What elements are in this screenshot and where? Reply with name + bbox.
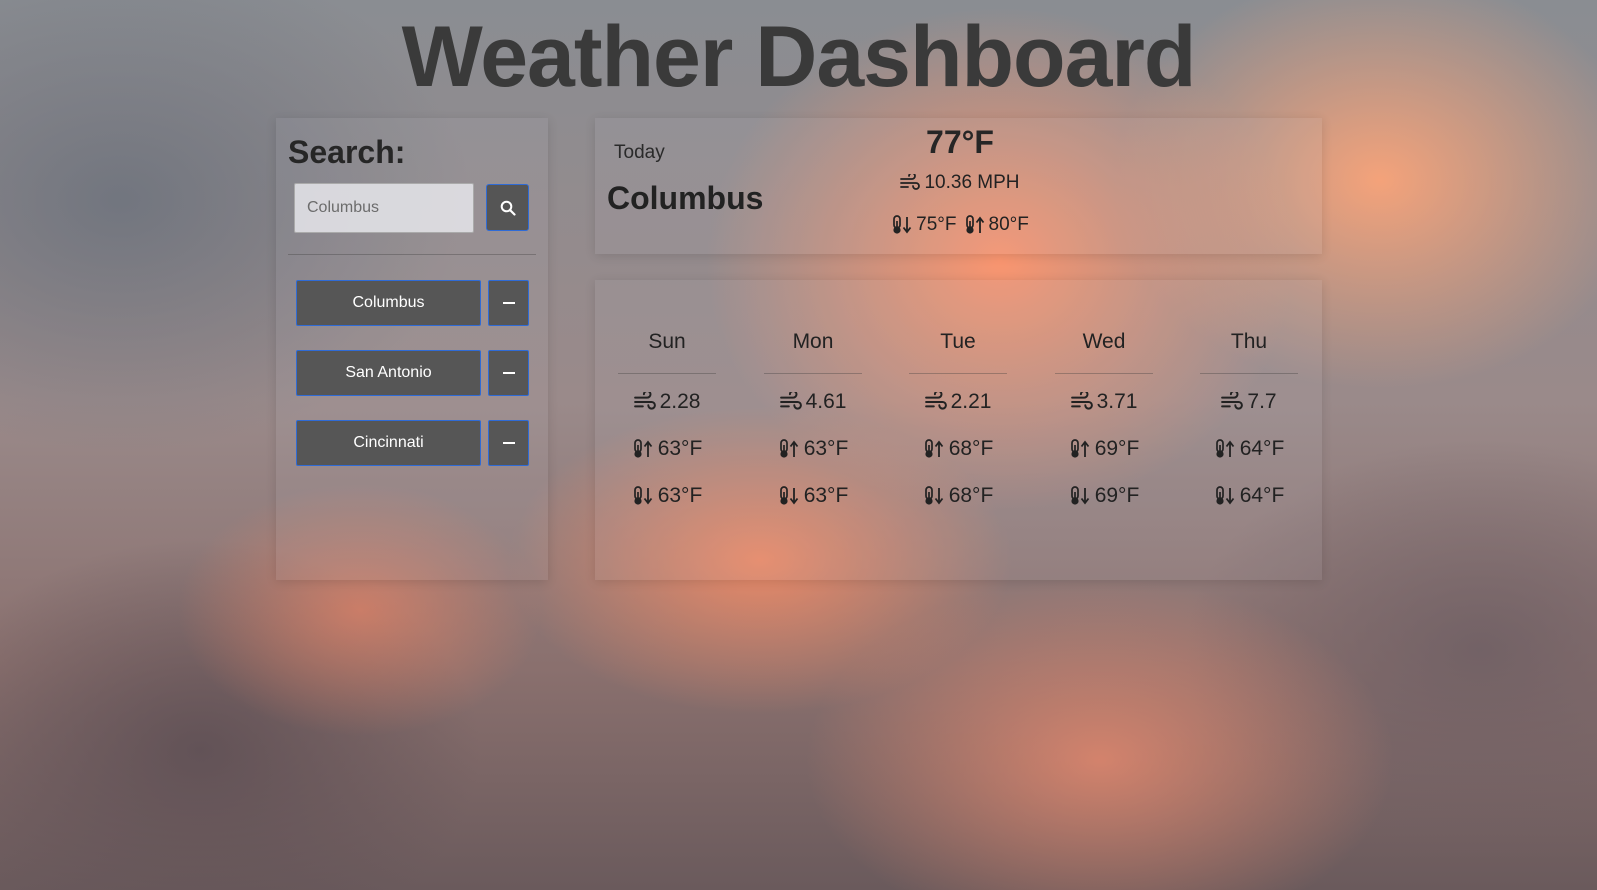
forecast-low: 64°F bbox=[1190, 484, 1308, 508]
thermometer-down-icon bbox=[1069, 485, 1091, 507]
forecast-wind-value: 3.71 bbox=[1096, 390, 1138, 413]
today-low-value: 75°F bbox=[916, 214, 957, 235]
saved-city-button[interactable]: San Antonio bbox=[296, 350, 481, 396]
search-heading: Search: bbox=[288, 134, 406, 170]
forecast-low: 63°F bbox=[608, 484, 726, 508]
minus-icon bbox=[502, 296, 516, 310]
search-input[interactable] bbox=[294, 183, 474, 233]
search-icon bbox=[500, 200, 516, 216]
saved-city-button[interactable]: Cincinnati bbox=[296, 420, 481, 466]
forecast-day-divider bbox=[1200, 373, 1298, 374]
forecast-high: 63°F bbox=[754, 437, 872, 461]
thermometer-up-icon bbox=[778, 438, 800, 460]
forecast-low-value: 63°F bbox=[803, 484, 849, 507]
remove-city-button[interactable] bbox=[488, 280, 529, 326]
forecast-wind: 7.7 bbox=[1190, 390, 1308, 414]
thermometer-down-icon bbox=[778, 485, 800, 507]
minus-icon bbox=[502, 436, 516, 450]
page-title: Weather Dashboard bbox=[401, 9, 1197, 105]
forecast-low-value: 69°F bbox=[1094, 484, 1140, 507]
today-wind: 10.36 MPH bbox=[860, 172, 1060, 194]
thermometer-up-icon bbox=[923, 438, 945, 460]
today-high-value: 80°F bbox=[988, 214, 1029, 235]
today-panel: Today Columbus 77°F 10.36 MPH 75°F 80°F bbox=[595, 118, 1322, 254]
forecast-wind: 3.71 bbox=[1045, 390, 1163, 414]
forecast-low: 69°F bbox=[1045, 484, 1163, 508]
forecast-day-divider bbox=[764, 373, 862, 374]
forecast-wind-value: 4.61 bbox=[805, 390, 847, 413]
forecast-high-value: 68°F bbox=[948, 437, 994, 460]
today-temp-range: 75°F 80°F bbox=[845, 214, 1075, 236]
thermometer-up-icon bbox=[1214, 438, 1236, 460]
remove-city-button[interactable] bbox=[488, 350, 529, 396]
forecast-low-value: 68°F bbox=[948, 484, 994, 507]
thermometer-down-icon bbox=[1214, 485, 1236, 507]
forecast-wind-value: 2.28 bbox=[659, 390, 701, 413]
today-label: Today bbox=[614, 142, 665, 163]
thermometer-up-icon bbox=[964, 215, 986, 235]
search-panel: Search: Columbus San Antonio Cincinnati bbox=[276, 118, 548, 580]
forecast-high: 68°F bbox=[899, 437, 1017, 461]
forecast-day-name: Mon bbox=[792, 330, 834, 353]
saved-city-button[interactable]: Columbus bbox=[296, 280, 481, 326]
forecast-day-divider bbox=[618, 373, 716, 374]
wind-icon bbox=[633, 392, 656, 412]
forecast-low: 63°F bbox=[754, 484, 872, 508]
forecast-low-value: 64°F bbox=[1239, 484, 1285, 507]
forecast-high-value: 63°F bbox=[657, 437, 703, 460]
forecast-high: 63°F bbox=[608, 437, 726, 461]
search-divider bbox=[288, 254, 536, 255]
forecast-low-value: 63°F bbox=[657, 484, 703, 507]
forecast-high: 64°F bbox=[1190, 437, 1308, 461]
saved-city-row: Cincinnati bbox=[296, 420, 536, 466]
wind-icon bbox=[900, 174, 921, 192]
saved-city-row: San Antonio bbox=[296, 350, 536, 396]
forecast-day-divider bbox=[1055, 373, 1153, 374]
thermometer-up-icon bbox=[1069, 438, 1091, 460]
today-wind-value: 10.36 MPH bbox=[924, 172, 1020, 193]
search-button[interactable] bbox=[486, 184, 529, 231]
minus-icon bbox=[502, 366, 516, 380]
forecast-wind: 2.28 bbox=[608, 390, 726, 414]
forecast-high-value: 63°F bbox=[803, 437, 849, 460]
forecast-high-value: 64°F bbox=[1239, 437, 1285, 460]
wind-icon bbox=[1070, 392, 1093, 412]
forecast-panel: Sun 2.28 63°F 63°F Mon 4.61 63°F 63°F Tu… bbox=[595, 280, 1322, 580]
forecast-low: 68°F bbox=[899, 484, 1017, 508]
thermometer-down-icon bbox=[923, 485, 945, 507]
forecast-day-name: Sun bbox=[648, 330, 686, 353]
forecast-wind: 2.21 bbox=[899, 390, 1017, 414]
forecast-wind: 4.61 bbox=[754, 390, 872, 414]
forecast-high-value: 69°F bbox=[1094, 437, 1140, 460]
forecast-day-name: Wed bbox=[1082, 330, 1126, 353]
today-city: Columbus bbox=[607, 180, 764, 216]
remove-city-button[interactable] bbox=[488, 420, 529, 466]
forecast-high: 69°F bbox=[1045, 437, 1163, 461]
forecast-wind-value: 2.21 bbox=[950, 390, 992, 413]
saved-city-row: Columbus bbox=[296, 280, 536, 326]
wind-icon bbox=[779, 392, 802, 412]
thermometer-down-icon bbox=[891, 215, 913, 235]
today-temperature: 77°F bbox=[926, 124, 994, 160]
forecast-day-name: Tue bbox=[940, 330, 976, 353]
forecast-day-name: Thu bbox=[1230, 330, 1268, 353]
forecast-day-divider bbox=[909, 373, 1007, 374]
thermometer-down-icon bbox=[632, 485, 654, 507]
forecast-wind-value: 7.7 bbox=[1247, 390, 1277, 413]
wind-icon bbox=[924, 392, 947, 412]
thermometer-up-icon bbox=[632, 438, 654, 460]
wind-icon bbox=[1221, 392, 1244, 412]
